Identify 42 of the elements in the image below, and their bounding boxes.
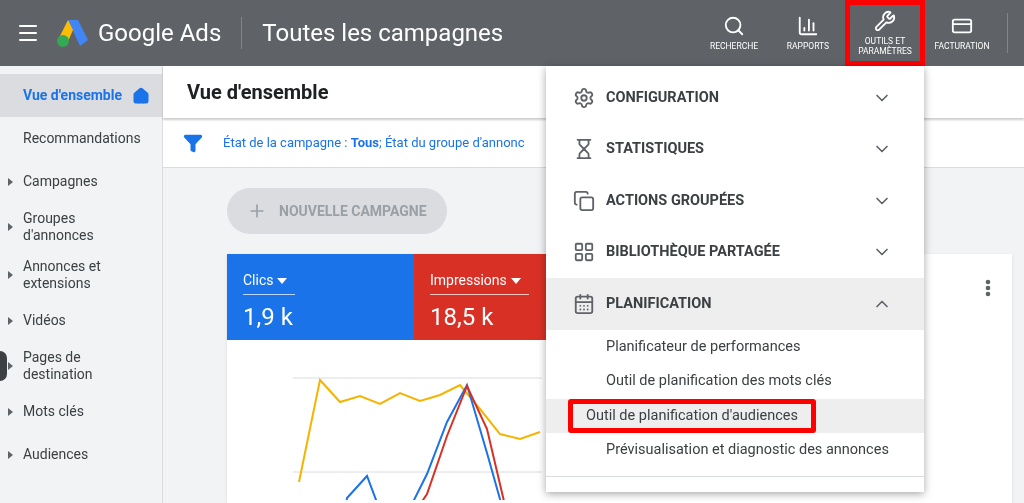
metric-card[interactable]: Clics 1,9 k	[227, 254, 414, 340]
dropdown-icon	[510, 277, 521, 284]
brand-name: Google Ads	[98, 18, 222, 49]
sidebar-item[interactable]: Annonces et extensions	[8, 251, 162, 299]
settings-icon	[573, 86, 595, 109]
logo-icon	[56, 18, 90, 48]
menu-section[interactable]: PLANIFICATION	[546, 278, 924, 330]
filter-icon	[183, 132, 203, 153]
page-heading: Vue d'ensemble	[187, 79, 329, 106]
bar-chart-icon	[797, 15, 819, 37]
wrench-icon	[874, 10, 896, 32]
sidebar-item[interactable]: Audiences	[8, 433, 162, 476]
menu-section[interactable]: STATISTIQUES	[546, 123, 924, 175]
search-icon	[723, 15, 745, 37]
sidebar-item[interactable]: Campagnes	[8, 160, 162, 203]
sidebar-item[interactable]: Groupes d'annonces	[8, 203, 162, 251]
copy-icon	[573, 189, 595, 212]
menu-section[interactable]: CONFIGURATION	[546, 72, 924, 124]
menu-item[interactable]: Prévisualisation et diagnostic des annonces	[546, 433, 924, 468]
toolbar-button[interactable]: OUTILS ET PARAMÈTRES	[845, 0, 925, 66]
metric-value: 1,9 k	[243, 302, 294, 333]
more-icon[interactable]	[985, 279, 991, 297]
menu-item[interactable]: Outil de planification des mots clés	[546, 364, 924, 399]
metric-value: 18,5 k	[430, 302, 495, 333]
dropdown-icon	[277, 277, 288, 284]
menu-section[interactable]: ACTIONS GROUPÉES	[546, 175, 924, 227]
sidebar-item[interactable]: Mots clés	[8, 390, 162, 433]
grid-icon	[573, 241, 595, 264]
collapse-handle[interactable]	[0, 351, 7, 381]
filter-text[interactable]: État de la campagne : Tous; État du groupe d'annonc	[223, 132, 525, 153]
metric-label[interactable]: Clics	[243, 270, 274, 291]
toolbar-button[interactable]: RAPPORTS	[771, 0, 845, 66]
toolbar-button[interactable]: RECHERCHE	[697, 0, 771, 66]
calendar-icon	[573, 292, 595, 315]
sidebar-item[interactable]: Vidéos	[8, 299, 162, 342]
sidebar-item[interactable]: Recommandations	[8, 117, 162, 160]
toolbar-button[interactable]: FACTURATION	[925, 0, 999, 66]
home-icon	[132, 86, 150, 105]
menu-item[interactable]: Outil de planification d'audiences	[546, 398, 924, 433]
metric-label[interactable]: Impressions	[430, 270, 507, 291]
page-title: Toutes les campagnes	[262, 18, 504, 49]
sidebar-item[interactable]: Pages de destination	[8, 342, 162, 390]
